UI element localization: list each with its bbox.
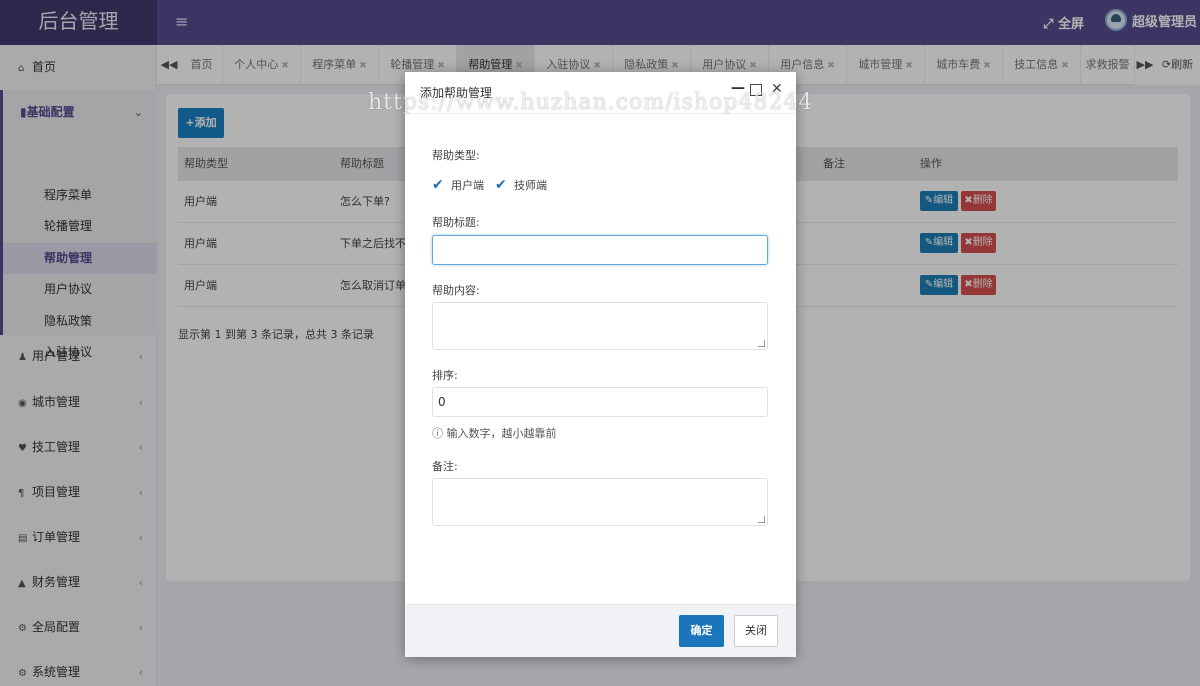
- watermark: https://www.huzhan.com/ishop48244: [368, 90, 814, 115]
- remark-textarea[interactable]: [432, 478, 768, 526]
- confirm-button[interactable]: 确定: [679, 615, 724, 647]
- checkbox-label: 用户端: [451, 179, 484, 192]
- sort-hint: ⓘ 输入数字，越小越靠前: [432, 425, 557, 441]
- sort-input[interactable]: 0: [432, 387, 768, 417]
- help-content-label: 帮助内容:: [432, 284, 480, 297]
- remark-label: 备注:: [432, 460, 458, 473]
- checkbox-user-side[interactable]: ✔ 用户端: [432, 177, 484, 193]
- info-icon: ⓘ: [432, 427, 447, 440]
- sort-label: 排序:: [432, 369, 458, 382]
- close-button[interactable]: 关闭: [734, 615, 778, 647]
- checkbox-technician-side[interactable]: ✔ 技师端: [495, 177, 547, 193]
- checkmark-icon: ✔: [432, 176, 444, 193]
- help-title-label: 帮助标题:: [432, 216, 480, 229]
- add-help-dialog: 添加帮助管理 — ✕ 帮助类型: ✔ 用户端 ✔ 技师端 帮助标题: 帮助内容: 排…: [405, 72, 796, 657]
- checkbox-label: 技师端: [514, 179, 547, 192]
- help-title-input[interactable]: [432, 235, 768, 265]
- help-type-label: 帮助类型:: [432, 149, 480, 162]
- sort-hint-text: 输入数字，越小越靠前: [446, 427, 557, 440]
- checkmark-icon: ✔: [495, 176, 507, 193]
- dialog-footer: 确定 关闭: [405, 604, 796, 657]
- help-content-textarea[interactable]: [432, 302, 768, 350]
